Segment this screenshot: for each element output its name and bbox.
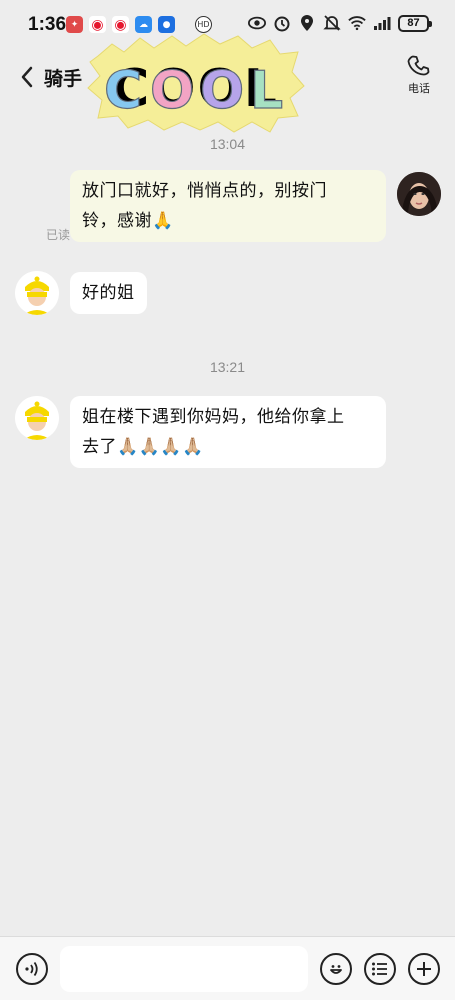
phone-icon	[407, 55, 430, 76]
input-bar	[0, 936, 455, 1000]
status-time: 1:36	[28, 14, 67, 35]
smile-icon	[330, 965, 342, 974]
svg-text:C: C	[104, 61, 142, 121]
timestamp: 13:04	[209, 136, 246, 152]
message-bubble-other[interactable]: 姐在楼下遇到你妈妈，他给你拿上 去了🙏🏼🙏🏼🙏🏼🙏🏼	[70, 396, 386, 468]
more-button[interactable]	[408, 953, 440, 985]
rider-avatar[interactable]	[15, 396, 59, 440]
message-text: 好的姐	[82, 283, 135, 303]
wifi-icon	[348, 14, 366, 32]
chat-title: 骑手	[44, 68, 83, 90]
rider-avatar[interactable]	[15, 271, 59, 315]
call-label: 电话	[408, 82, 430, 95]
message-bubble-self[interactable]: 放门口就好，悄悄点的，别按门 铃，感谢🙏	[70, 170, 386, 242]
read-status: 已读	[46, 228, 71, 242]
battery-indicator: 87	[398, 14, 432, 32]
cool-sticker: COOL C O O L	[84, 30, 306, 134]
voice-icon	[25, 961, 38, 977]
app-badge-icon: ✦	[66, 16, 83, 33]
signal-icon	[373, 14, 391, 32]
svg-text:L: L	[250, 61, 283, 121]
back-button[interactable]	[14, 62, 40, 92]
list-icon	[372, 962, 387, 976]
call-button[interactable]: 电话	[399, 54, 439, 96]
message-bubble-other[interactable]: 好的姐	[70, 272, 147, 314]
message-input[interactable]	[60, 946, 308, 992]
message-text-line: 去了🙏🏼🙏🏼🙏🏼🙏🏼	[82, 437, 204, 457]
timestamp: 13:21	[209, 359, 246, 375]
voice-button[interactable]	[16, 953, 48, 985]
user-avatar[interactable]	[397, 172, 441, 216]
plus-icon	[417, 962, 431, 976]
svg-text:O: O	[150, 61, 194, 121]
quick-reply-button[interactable]	[364, 953, 396, 985]
emoji-button[interactable]	[320, 953, 352, 985]
message-text-line: 铃，感谢🙏	[82, 211, 174, 231]
chevron-left-icon	[21, 66, 33, 88]
mute-icon	[323, 14, 341, 32]
message-text-line: 放门口就好，悄悄点的，别按门	[82, 181, 327, 201]
message-text-line: 姐在楼下遇到你妈妈，他给你拿上	[82, 407, 345, 427]
svg-text:O: O	[200, 61, 244, 121]
